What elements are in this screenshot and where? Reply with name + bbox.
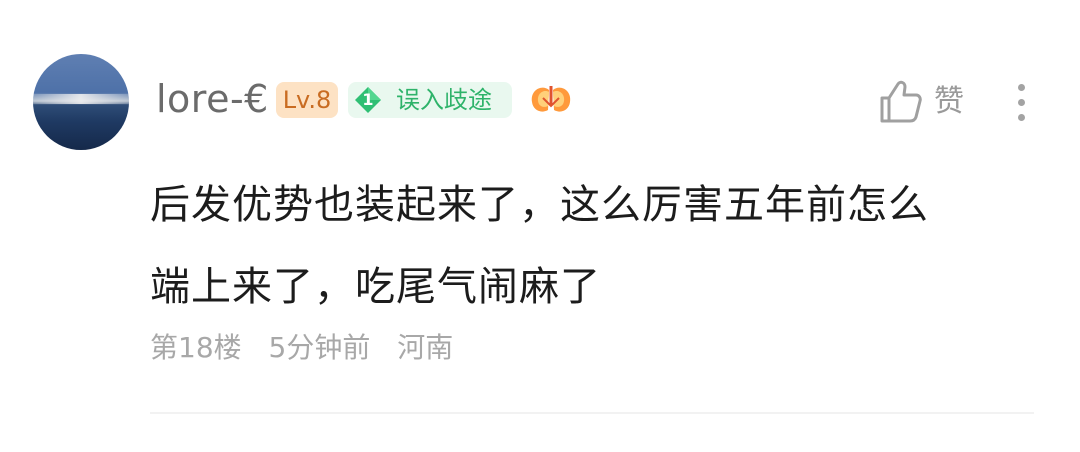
floor-number: 第18楼: [150, 331, 242, 364]
like-button[interactable]: 赞: [878, 78, 978, 126]
comment-meta: 第18楼 5分钟前 河南: [150, 330, 471, 366]
lungs-heart-icon: [531, 86, 571, 112]
more-options-button[interactable]: [1008, 80, 1036, 124]
avatar[interactable]: [33, 54, 129, 150]
more-vertical-icon-dot: [1018, 84, 1025, 91]
more-vertical-icon-dot: [1018, 114, 1025, 121]
level-badge: Lv.8: [276, 82, 338, 118]
location: 河南: [397, 331, 454, 364]
like-label: 赞: [934, 84, 964, 119]
more-vertical-icon-dot: [1018, 99, 1025, 106]
thumbs-up-icon: [880, 80, 922, 123]
title-badge[interactable]: 1 误入歧途: [348, 82, 512, 118]
divider: [150, 412, 1034, 414]
post-time: 5分钟前: [268, 331, 371, 364]
username[interactable]: lore-€: [156, 76, 269, 122]
title-badge-number: 1: [362, 90, 374, 109]
comment-text: 后发优势也装起来了，这么厉害五年前怎么 端上来了，吃尾气闹麻了: [150, 182, 929, 310]
title-badge-text: 误入歧途: [396, 86, 492, 114]
